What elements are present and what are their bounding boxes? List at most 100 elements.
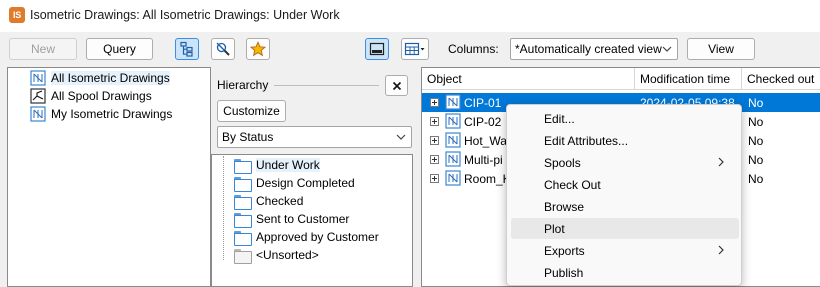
hierarchy-status-item[interactable]: Design Completed (234, 174, 355, 192)
chevron-down-icon (661, 42, 673, 56)
hierarchy-status-label: Design Completed (256, 176, 355, 190)
hierarchy-group-value: By Status (222, 130, 274, 144)
tree-structure-icon (180, 41, 193, 57)
drawing-name-cell: Multi-pi (464, 153, 503, 167)
drawing-name-cell: Hot_Wa (464, 134, 507, 148)
hierarchy-status-label: <Unsorted> (256, 248, 319, 262)
find-drawing-button[interactable] (211, 38, 235, 60)
spool-drawing-icon (30, 88, 46, 104)
folder-icon (234, 212, 252, 228)
drawing-name-cell: CIP-01 (464, 96, 502, 110)
star-icon (250, 41, 266, 57)
iso-drawing-icon (445, 170, 461, 189)
hierarchy-group-select[interactable]: By Status (217, 126, 412, 148)
chevron-right-icon (717, 156, 727, 168)
app-icon: IS (9, 7, 25, 23)
expand-icon[interactable] (430, 155, 439, 164)
context-menu-item-label: Edit Attributes... (544, 133, 629, 148)
columns-label: Columns: (448, 42, 499, 56)
column-header[interactable]: Modification time (635, 68, 742, 90)
hierarchy-tree-panel: Under Work Design Completed Checked Sent to… (211, 154, 413, 287)
iso-drawing-icon (445, 113, 461, 132)
hierarchy-status-item[interactable]: Sent to Customer (234, 210, 349, 228)
view-layout-dropdown[interactable] (401, 38, 429, 60)
view-button[interactable]: View (687, 38, 755, 60)
context-menu-item[interactable]: Edit... (511, 108, 739, 129)
context-menu-item[interactable]: Exports (511, 240, 739, 261)
expand-icon[interactable] (430, 174, 439, 183)
hierarchy-divider (274, 85, 379, 86)
context-menu-item-label: Check Out (544, 177, 601, 192)
hierarchy-status-item[interactable]: Approved by Customer (234, 228, 379, 246)
folder-icon (234, 176, 252, 192)
table-layout-icon (404, 42, 425, 56)
context-menu-item[interactable]: Spools (511, 152, 739, 173)
hierarchy-status-item[interactable]: <Unsorted> (234, 246, 319, 264)
drawing-sets-panel: All Isometric Drawings All Spool Drawings… (7, 67, 211, 287)
window-title: Isometric Drawings: All Isometric Drawin… (30, 8, 340, 22)
search-drawing-icon (216, 42, 230, 56)
context-menu-item[interactable]: Browse (511, 196, 739, 217)
drawing-name-cell: CIP-02 (464, 115, 502, 129)
drawing-set-item[interactable]: My Isometric Drawings (30, 105, 172, 123)
folder-grey-icon (234, 248, 252, 264)
column-header[interactable]: Checked out (742, 68, 820, 90)
context-menu-item[interactable]: Publish (511, 262, 739, 283)
iso-drawing-icon (445, 94, 461, 113)
drawing-set-item[interactable]: All Isometric Drawings (30, 69, 170, 87)
folder-icon (234, 230, 252, 246)
close-hierarchy-button[interactable] (385, 75, 408, 96)
drawing-set-label: All Spool Drawings (51, 89, 152, 103)
new-button[interactable]: New (9, 38, 77, 60)
context-menu-item[interactable]: Edit Attributes... (511, 130, 739, 151)
context-menu-item[interactable]: Check Out (511, 174, 739, 195)
tree-guide-line (223, 156, 224, 260)
hierarchy-title: Hierarchy (217, 78, 269, 92)
hierarchy-status-label: Under Work (256, 158, 320, 172)
title-bar: IS Isometric Drawings: All Isometric Dra… (0, 0, 820, 32)
folder-icon (234, 158, 252, 174)
drawing-name-cell: Room_K (464, 172, 511, 186)
hierarchy-status-item[interactable]: Checked (234, 192, 303, 210)
context-menu: Edit... Edit Attributes... Spools Check Out… (506, 104, 742, 286)
checked-out-cell: No (748, 172, 764, 186)
columns-select-value: *Automatically created view (515, 42, 662, 56)
checked-out-cell: No (748, 96, 764, 110)
query-button[interactable]: Query (86, 38, 153, 60)
context-menu-item-label: Plot (544, 221, 565, 236)
iso-drawing-icon (30, 106, 46, 122)
context-menu-item-label: Publish (544, 265, 584, 280)
columns-select[interactable]: *Automatically created view (510, 38, 678, 60)
hierarchy-status-label: Checked (256, 194, 304, 208)
hierarchy-status-label: Sent to Customer (256, 212, 350, 226)
checked-out-cell: No (748, 115, 764, 129)
context-menu-item-label: Spools (544, 155, 581, 170)
preview-pane-icon (369, 42, 385, 56)
expand-icon[interactable] (430, 136, 439, 145)
drawing-set-item[interactable]: All Spool Drawings (30, 87, 152, 105)
tree-view-toggle-button[interactable] (175, 38, 199, 60)
preview-pane-toggle-button[interactable] (365, 38, 389, 60)
close-icon (392, 81, 401, 90)
drawing-set-label: My Isometric Drawings (51, 107, 173, 121)
customize-button[interactable]: Customize (217, 100, 286, 122)
hierarchy-status-item[interactable]: Under Work (234, 156, 320, 174)
context-menu-item-label: Browse (544, 199, 585, 214)
folder-icon (234, 194, 252, 210)
checked-out-cell: No (748, 153, 764, 167)
expand-icon[interactable] (430, 117, 439, 126)
column-header[interactable]: Object (422, 68, 635, 90)
iso-drawing-icon (445, 151, 461, 170)
chevron-down-icon (395, 130, 407, 144)
checked-out-cell: No (748, 134, 764, 148)
favorites-button[interactable] (246, 38, 270, 60)
hierarchy-status-label: Approved by Customer (256, 230, 379, 244)
context-menu-item[interactable]: Plot (511, 218, 739, 239)
context-menu-item-label: Exports (544, 243, 585, 258)
expand-icon[interactable] (430, 98, 439, 107)
drawing-set-label: All Isometric Drawings (51, 71, 170, 85)
context-menu-item-label: Edit... (544, 111, 575, 126)
chevron-right-icon (717, 244, 727, 256)
iso-drawing-icon (30, 70, 46, 86)
iso-drawing-icon (445, 132, 461, 151)
